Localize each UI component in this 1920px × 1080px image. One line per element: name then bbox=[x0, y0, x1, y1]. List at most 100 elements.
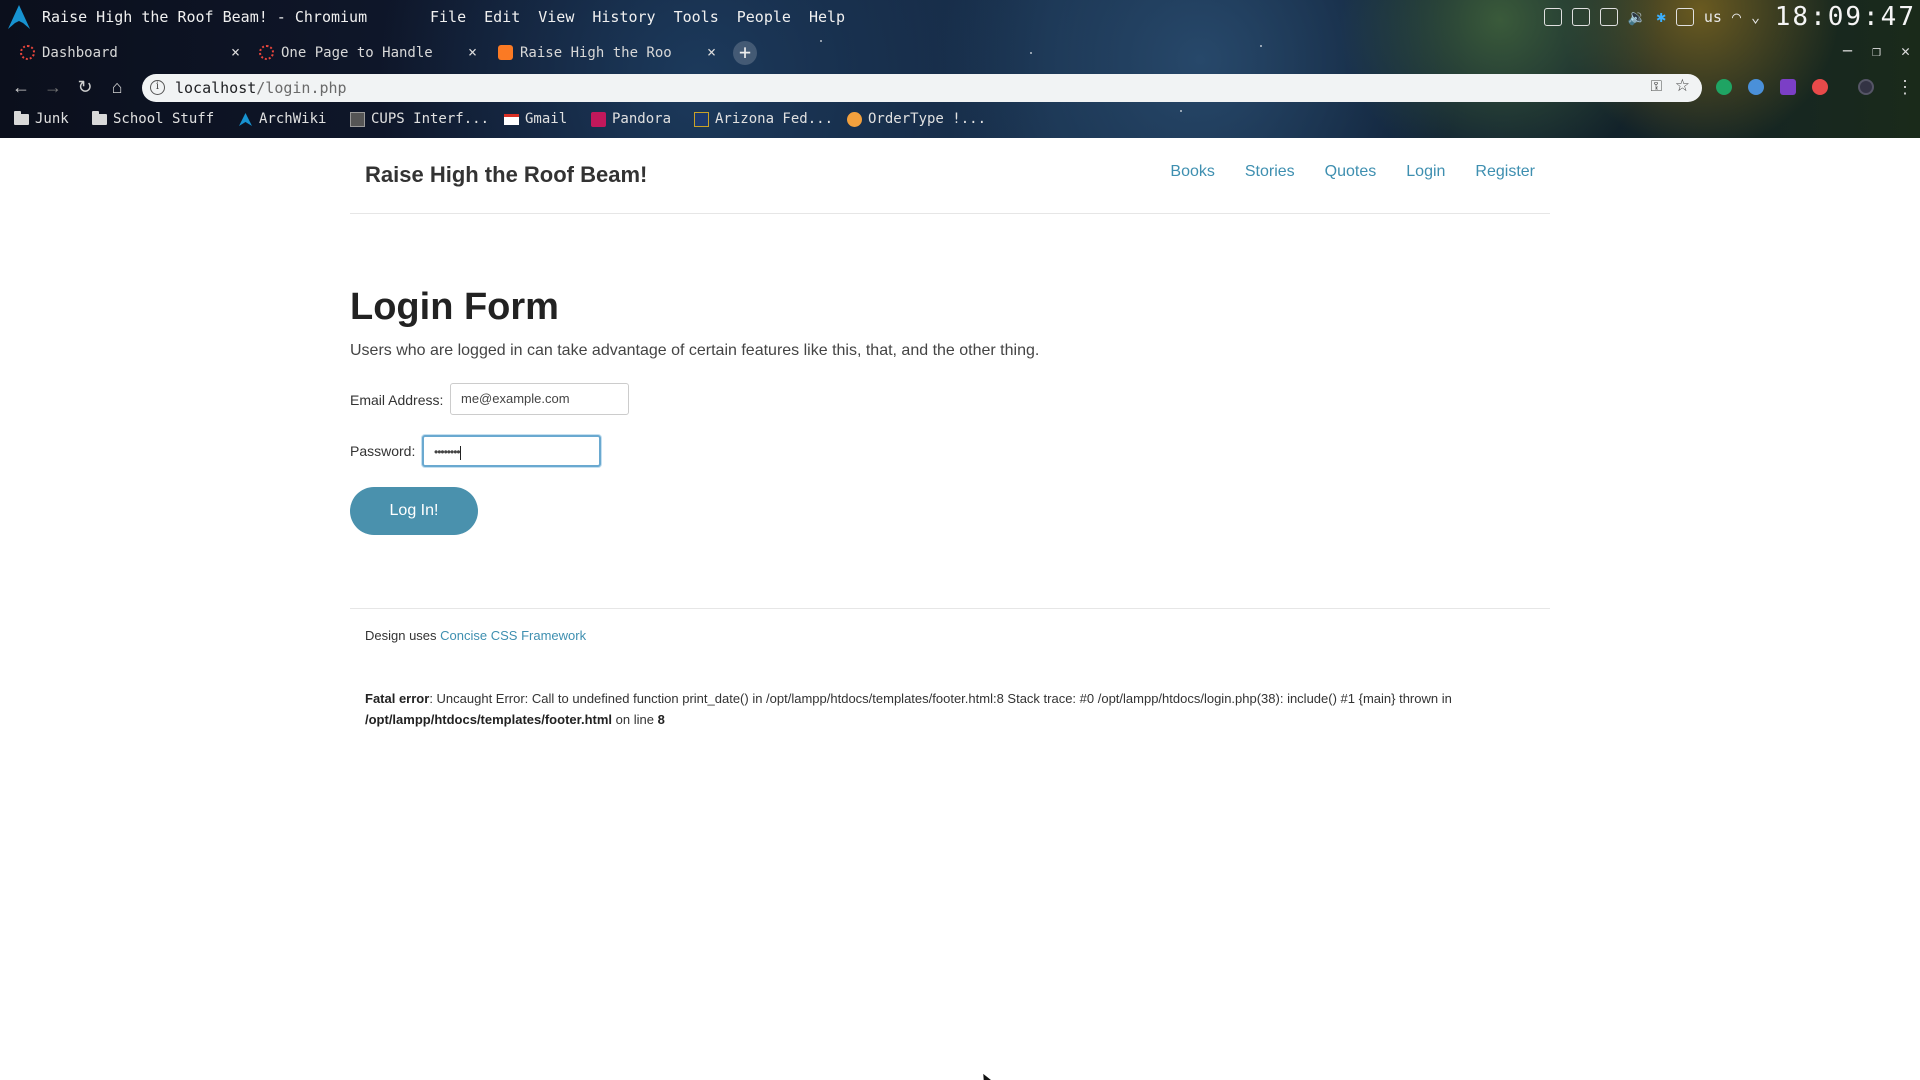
error-on-line: on line bbox=[615, 712, 654, 727]
tab-label: Dashboard bbox=[42, 45, 118, 61]
extension-globe-icon[interactable] bbox=[1748, 79, 1764, 95]
concise-css-link[interactable]: Concise CSS Framework bbox=[440, 628, 586, 643]
arch-icon bbox=[239, 112, 252, 126]
mouse-cursor-icon bbox=[977, 1070, 997, 1080]
restore-icon[interactable]: ❐ bbox=[1872, 42, 1881, 60]
footer-divider bbox=[350, 608, 1550, 609]
nav-link-books[interactable]: Books bbox=[1170, 163, 1214, 181]
bookmark-junk[interactable]: Junk bbox=[14, 110, 69, 127]
extension-purple-icon[interactable] bbox=[1780, 79, 1796, 95]
site-header: Raise High the Roof Beam! Books Stories … bbox=[350, 138, 1550, 214]
tab-favicon-icon bbox=[20, 45, 35, 60]
keyboard-layout-label[interactable]: us bbox=[1704, 8, 1722, 26]
menu-view[interactable]: View bbox=[538, 8, 574, 26]
nav-link-register[interactable]: Register bbox=[1475, 163, 1535, 181]
password-field[interactable]: •••••••• bbox=[422, 435, 601, 467]
bookmarks-bar: Junk School Stuff ArchWiki CUPS Interf..… bbox=[0, 106, 1920, 134]
kebab-menu-icon[interactable]: ⋮ bbox=[1894, 76, 1916, 98]
tab-strip: Dashboard × One Page to Handle × Raise H… bbox=[0, 38, 1920, 70]
bookmark-label: Gmail bbox=[525, 111, 568, 127]
error-line: 8 bbox=[657, 712, 665, 727]
minimize-icon[interactable]: ─ bbox=[1843, 42, 1852, 60]
forward-icon[interactable]: → bbox=[42, 76, 64, 98]
profile-avatar[interactable] bbox=[1858, 79, 1874, 95]
bookmark-cups[interactable]: CUPS Interf... bbox=[350, 111, 489, 127]
page-content: Raise High the Roof Beam! Books Stories … bbox=[0, 138, 1920, 1080]
menu-file[interactable]: File bbox=[430, 8, 466, 26]
window-title: Raise High the Roof Beam! - Chromium bbox=[42, 8, 368, 26]
extension-red-icon[interactable] bbox=[1812, 79, 1828, 95]
nav-link-login[interactable]: Login bbox=[1406, 163, 1445, 181]
discord-icon[interactable] bbox=[1543, 7, 1562, 26]
nav-link-stories[interactable]: Stories bbox=[1245, 163, 1295, 181]
system-tray: 🔉 ✱ us ◠ ⌄ bbox=[1543, 7, 1760, 26]
bookmark-label: ArchWiki bbox=[259, 111, 327, 127]
folder-icon bbox=[14, 110, 29, 125]
menu-help[interactable]: Help bbox=[809, 8, 845, 26]
menu-people[interactable]: People bbox=[737, 8, 791, 26]
close-icon[interactable]: × bbox=[468, 43, 477, 61]
battery-icon[interactable] bbox=[1675, 7, 1694, 26]
window-controls: ─ ❐ ✕ bbox=[1843, 42, 1910, 60]
menu-edit[interactable]: Edit bbox=[484, 8, 520, 26]
wifi-icon[interactable]: ◠ bbox=[1732, 8, 1741, 26]
site-info-icon[interactable]: i bbox=[150, 80, 165, 95]
bookmark-label: CUPS Interf... bbox=[371, 111, 490, 127]
arch-linux-icon[interactable] bbox=[6, 4, 32, 30]
navigation-row: ← → ↻ ⌂ i localhost/login.php ⚿ ☆ ⋮ bbox=[0, 72, 1920, 104]
design-credit: Design uses Concise CSS Framework bbox=[365, 628, 586, 643]
tab-one-page[interactable]: One Page to Handle × bbox=[259, 38, 477, 68]
error-text: : Uncaught Error: Call to undefined func… bbox=[429, 691, 1452, 706]
media-play-icon[interactable] bbox=[1571, 7, 1590, 26]
address-url[interactable]: localhost/login.php bbox=[175, 79, 347, 97]
bookmark-arizona-fed[interactable]: Arizona Fed... bbox=[694, 111, 833, 127]
volume-icon[interactable]: 🔉 bbox=[1628, 8, 1647, 26]
bookmark-ordertype[interactable]: OrderType !... bbox=[847, 111, 986, 127]
menu-history[interactable]: History bbox=[592, 8, 655, 26]
tab-dashboard[interactable]: Dashboard × bbox=[20, 38, 240, 68]
arizona-fed-icon bbox=[694, 111, 709, 127]
error-label: Fatal error bbox=[365, 691, 430, 706]
home-icon[interactable]: ⌂ bbox=[106, 76, 128, 98]
cups-icon bbox=[350, 111, 365, 127]
bookmark-pandora[interactable]: Pandora bbox=[591, 111, 671, 127]
error-file: /opt/lampp/htdocs/templates/footer.html bbox=[365, 712, 613, 727]
password-value: •••••••• bbox=[434, 445, 461, 459]
login-button[interactable]: Log In! bbox=[350, 487, 478, 535]
intro-text: Users who are logged in can take advanta… bbox=[350, 342, 1040, 359]
email-field[interactable]: me@example.com bbox=[450, 383, 629, 415]
nav-link-quotes[interactable]: Quotes bbox=[1325, 163, 1377, 181]
extension-green-icon[interactable] bbox=[1716, 79, 1732, 95]
close-icon[interactable]: × bbox=[707, 43, 716, 61]
bookmark-archwiki[interactable]: ArchWiki bbox=[238, 111, 326, 127]
menu-tools[interactable]: Tools bbox=[674, 8, 719, 26]
new-tab-button[interactable]: + bbox=[733, 41, 757, 65]
fatal-error-message: Fatal error: Uncaught Error: Call to und… bbox=[365, 688, 1525, 730]
bookmark-school-stuff[interactable]: School Stuff bbox=[92, 110, 214, 127]
reload-icon[interactable]: ↻ bbox=[74, 76, 96, 98]
tab-raise-high[interactable]: Raise High the Roo × bbox=[498, 38, 716, 68]
key-icon[interactable]: ⚿ bbox=[1651, 78, 1662, 95]
menu-bar: File Edit View History Tools People Help bbox=[430, 8, 845, 26]
close-window-icon[interactable]: ✕ bbox=[1901, 42, 1910, 60]
bookmark-gmail[interactable]: Gmail bbox=[504, 111, 567, 127]
password-label: Password: bbox=[350, 443, 416, 459]
close-icon[interactable]: × bbox=[231, 43, 240, 61]
design-credit-prefix: Design uses bbox=[365, 628, 437, 643]
email-label: Email Address: bbox=[350, 392, 444, 408]
address-bar[interactable]: i localhost/login.php ⚿ ☆ bbox=[142, 74, 1702, 102]
back-icon[interactable]: ← bbox=[10, 76, 32, 98]
bookmark-label: Junk bbox=[35, 111, 69, 127]
system-bar: Raise High the Roof Beam! - Chromium Fil… bbox=[0, 0, 1920, 34]
clipboard-icon[interactable] bbox=[1599, 7, 1618, 26]
site-title[interactable]: Raise High the Roof Beam! bbox=[365, 162, 647, 188]
tab-label: One Page to Handle bbox=[281, 45, 433, 61]
chevron-down-icon[interactable]: ⌄ bbox=[1751, 8, 1760, 26]
ordertype-icon bbox=[847, 111, 862, 127]
bluetooth-icon[interactable]: ✱ bbox=[1656, 7, 1666, 26]
page-title: Login Form bbox=[350, 286, 559, 328]
bookmark-star-icon[interactable]: ☆ bbox=[1675, 76, 1690, 96]
folder-icon bbox=[92, 110, 107, 125]
tab-label: Raise High the Roo bbox=[520, 45, 672, 61]
tab-favicon-icon bbox=[498, 45, 513, 60]
